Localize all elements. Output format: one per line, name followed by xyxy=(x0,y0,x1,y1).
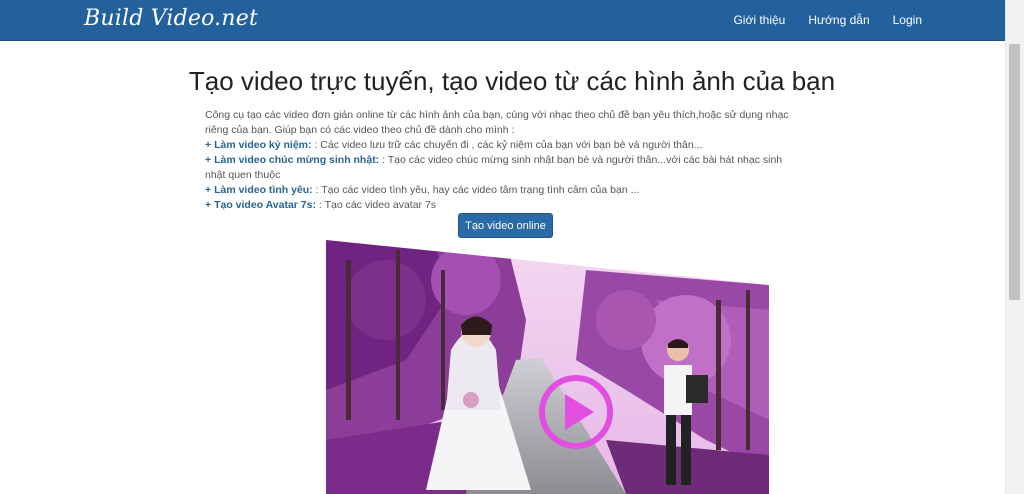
feature-item: + Làm video tình yêu: : Tạo các video tì… xyxy=(205,183,805,198)
nav-link-about[interactable]: Giới thiệu xyxy=(733,13,785,27)
feature-desc: : Tạo các video avatar 7s xyxy=(318,199,437,211)
feature-item: + Tạo video Avatar 7s: : Tạo các video a… xyxy=(205,198,805,213)
video-preview[interactable] xyxy=(326,240,769,494)
plus-icon: + xyxy=(205,184,215,196)
nav-link-login[interactable]: Login xyxy=(893,13,922,27)
feature-desc: : Tạo các video tình yêu, hay các video … xyxy=(315,184,640,196)
nav-links: Giới thiệu Hướng dẫn Login xyxy=(710,0,922,40)
feature-desc: : Các video lưu trữ các chuyến đi , các … xyxy=(314,139,703,151)
plus-icon: + xyxy=(205,139,215,151)
intro-section: Công cụ tạo các video đơn giản online từ… xyxy=(205,108,805,213)
brand-logo[interactable]: Build Video.net xyxy=(84,6,258,31)
create-video-button[interactable]: Tạo video online xyxy=(458,213,553,238)
intro-text: Công cụ tạo các video đơn giản online từ… xyxy=(205,109,789,136)
scrollbar-thumb[interactable] xyxy=(1009,44,1020,300)
scrollbar[interactable] xyxy=(1005,0,1024,494)
video-thumbnail xyxy=(326,240,769,494)
plus-icon: + xyxy=(205,199,215,211)
feature-link-birthday[interactable]: Làm video chúc mừng sinh nhật: xyxy=(214,154,379,166)
navbar: Build Video.net Giới thiệu Hướng dẫn Log… xyxy=(0,0,1006,41)
feature-item: + Làm video kỷ niệm: : Các video lưu trữ… xyxy=(205,138,805,153)
feature-item: + Làm video chúc mừng sinh nhật: : Tạo c… xyxy=(205,153,805,183)
page-title: Tạo video trực tuyến, tạo video từ các h… xyxy=(188,66,836,96)
feature-link-memory[interactable]: Làm video kỷ niệm: xyxy=(214,139,311,151)
feature-link-avatar[interactable]: Tạo video Avatar 7s: xyxy=(214,199,316,211)
nav-link-guide[interactable]: Hướng dẫn xyxy=(808,13,869,27)
plus-icon: + xyxy=(205,154,215,166)
feature-link-love[interactable]: Làm video tình yêu: xyxy=(214,184,313,196)
